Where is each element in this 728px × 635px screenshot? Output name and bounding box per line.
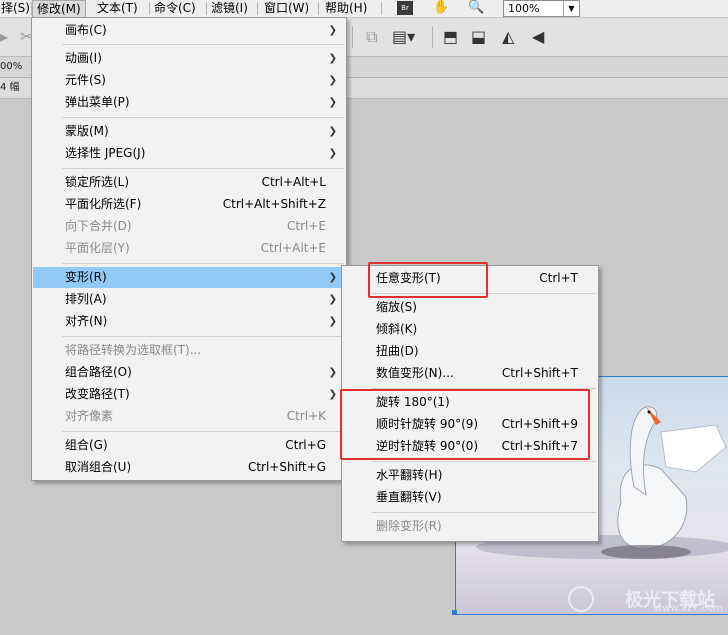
annotation-highlight-free-transform xyxy=(368,262,488,298)
watermark-logo-icon xyxy=(568,586,594,612)
flip-vertical-icon[interactable]: ◀ xyxy=(532,28,544,46)
menu-commands[interactable]: 命令(C) xyxy=(150,0,200,17)
menu-separator xyxy=(381,2,382,15)
menu-item-remove-transform: 删除变形(R) xyxy=(376,519,442,533)
menu-select[interactable]: 择(S) xyxy=(0,0,34,17)
watermark-url: www.xz7.com xyxy=(654,603,723,614)
menu-item-symbol[interactable]: 元件(S) ❯ xyxy=(33,70,345,91)
menu-item-mask[interactable]: 蒙版(M) ❯ xyxy=(33,121,345,142)
menu-item-transform[interactable]: 变形(R) ❯ xyxy=(33,267,345,288)
menu-item-ungroup[interactable]: 取消组合(U) Ctrl+Shift+G xyxy=(33,457,345,478)
menu-help[interactable]: 帮助(H) xyxy=(321,0,371,17)
menu-bar: 择(S) 修改(M) 文本(T) 命令(C) 滤镜(I) 窗口(W) 帮助(H)… xyxy=(0,0,728,18)
hand-tool-icon[interactable]: ✋ xyxy=(433,0,449,16)
zoom-tool-icon[interactable]: 🔍 xyxy=(468,0,484,16)
chevron-right-icon: ❯ xyxy=(328,272,337,283)
flip-horizontal-icon[interactable]: ◭ xyxy=(502,28,514,46)
menu-item-scale[interactable]: 缩放(S) xyxy=(343,297,597,318)
menu-separator xyxy=(62,168,344,169)
chevron-right-icon: ❯ xyxy=(328,148,337,159)
group-icon[interactable]: ⧉ xyxy=(366,28,377,46)
chevron-right-icon: ❯ xyxy=(328,389,337,400)
menu-item-flip-horizontal[interactable]: 水平翻转(H) xyxy=(343,465,597,486)
menu-separator xyxy=(372,512,596,513)
annotation-highlight-rotate-items xyxy=(340,389,590,460)
frames-label: 4 幅 xyxy=(0,82,20,93)
menu-separator xyxy=(62,336,344,337)
menu-separator xyxy=(257,2,258,15)
chevron-down-icon[interactable]: ▼ xyxy=(563,1,579,16)
menu-separator xyxy=(62,117,344,118)
menu-item-snap-to-pixel: 对齐像素 Ctrl+K xyxy=(65,409,326,423)
chevron-right-icon: ❯ xyxy=(328,367,337,378)
menu-item-numeric-transform[interactable]: 数值变形(N)... Ctrl+Shift+T xyxy=(343,363,597,384)
chevron-right-icon: ❯ xyxy=(328,25,337,36)
pointer-icon[interactable]: ▸ xyxy=(0,28,8,46)
chevron-right-icon: ❯ xyxy=(328,126,337,137)
menu-item-arrange[interactable]: 排列(A) ❯ xyxy=(33,289,345,310)
menu-item-popup-menu[interactable]: 弹出菜单(P) ❯ xyxy=(33,92,345,113)
menu-item-lock-selection[interactable]: 锁定所选(L) Ctrl+Alt+L xyxy=(33,172,345,193)
menu-separator xyxy=(62,431,344,432)
menu-separator xyxy=(318,2,319,15)
menu-separator xyxy=(372,461,596,462)
menu-modify[interactable]: 修改(M) xyxy=(32,0,86,17)
menu-item-alter-path[interactable]: 改变路径(T) ❯ xyxy=(33,384,345,405)
bridge-icon[interactable]: Br xyxy=(397,1,413,15)
menu-separator xyxy=(62,263,344,264)
zoom-level-label: 00% xyxy=(0,61,23,72)
menu-text[interactable]: 文本(T) xyxy=(93,0,142,17)
chevron-right-icon: ❯ xyxy=(328,53,337,64)
menu-filters[interactable]: 滤镜(I) xyxy=(207,0,252,17)
modify-menu: 画布(C) ❯ 动画(I) ❯ 元件(S) ❯ 弹出菜单(P) ❯ 蒙版(M) ❯ 选择性… xyxy=(31,17,347,481)
bring-front-icon[interactable]: ⬒ xyxy=(443,28,458,46)
menu-item-animation[interactable]: 动画(I) ❯ xyxy=(33,48,345,69)
align-icon[interactable]: ▤▾ xyxy=(392,28,415,46)
menu-item-combine-paths[interactable]: 组合路径(O) ❯ xyxy=(33,362,345,383)
menu-item-flatten-layers: 平面化层(Y) Ctrl+Alt+E xyxy=(65,241,326,255)
chevron-right-icon: ❯ xyxy=(328,97,337,108)
menu-window[interactable]: 窗口(W) xyxy=(260,0,313,17)
chevron-right-icon: ❯ xyxy=(328,75,337,86)
chevron-right-icon: ❯ xyxy=(328,316,337,327)
send-back-icon[interactable]: ⬓ xyxy=(471,28,486,46)
menu-separator xyxy=(62,44,344,45)
menu-item-skew[interactable]: 倾斜(K) xyxy=(343,319,597,340)
menu-item-group[interactable]: 组合(G) Ctrl+G xyxy=(33,435,345,456)
selection-handle[interactable] xyxy=(452,610,457,615)
menu-item-distort[interactable]: 扭曲(D) xyxy=(343,341,597,362)
zoom-value: 100% xyxy=(508,2,540,15)
menu-item-merge-down: 向下合并(D) Ctrl+E xyxy=(65,219,326,233)
toolbar-separator xyxy=(352,26,353,48)
menu-item-canvas[interactable]: 画布(C) ❯ xyxy=(33,20,345,41)
zoom-select[interactable]: 100% ▼ xyxy=(503,0,580,17)
menu-item-selective-jpeg[interactable]: 选择性 JPEG(J) ❯ xyxy=(33,143,345,164)
toolbar-separator xyxy=(432,26,433,48)
menu-item-flip-vertical[interactable]: 垂直翻转(V) xyxy=(343,487,597,508)
chevron-right-icon: ❯ xyxy=(328,294,337,305)
menu-item-flatten-selection[interactable]: 平面化所选(F) Ctrl+Alt+Shift+Z xyxy=(33,194,345,215)
menu-item-align[interactable]: 对齐(N) ❯ xyxy=(33,311,345,332)
menu-item-convert-path-to-marquee: 将路径转换为选取框(T)... xyxy=(65,343,202,357)
